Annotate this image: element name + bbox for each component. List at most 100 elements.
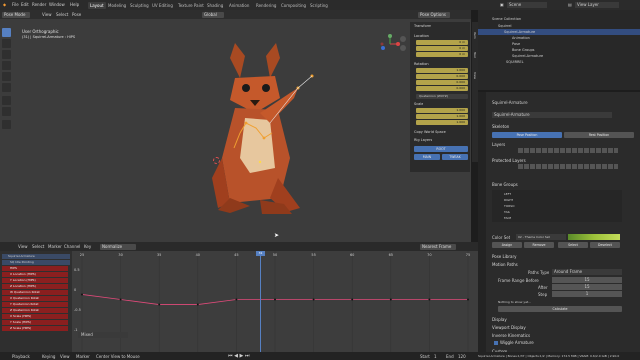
pan-icon[interactable]	[400, 45, 406, 51]
channel-row[interactable]: X Quaternion Rotat	[2, 296, 68, 301]
remove-button[interactable]: Remove	[524, 242, 554, 248]
breakdowner-tool-icon[interactable]	[2, 120, 11, 129]
rotation-w-field[interactable]: 1.000	[416, 68, 468, 73]
channel-row[interactable]: Y Scale (HIPS)	[2, 320, 68, 325]
layers-grid[interactable]	[518, 148, 618, 153]
current-frame-badge[interactable]: 31	[256, 251, 265, 256]
select-tool-icon[interactable]	[2, 28, 11, 37]
keyframe-point[interactable]	[235, 298, 238, 301]
navigation-gizmo[interactable]	[378, 32, 402, 56]
keyframe-point[interactable]	[312, 298, 315, 301]
channel-row[interactable]: X Scale (HIPS)	[2, 314, 68, 319]
measure-tool-icon[interactable]	[2, 107, 11, 116]
orientation-selector[interactable]: Global	[202, 12, 224, 18]
menu-file[interactable]: File	[12, 2, 19, 7]
graph-editor[interactable]: View Select Marker Channel Key Normalize…	[0, 242, 478, 352]
rotation-z-field[interactable]: 0.000	[416, 86, 468, 91]
wiggle-checkbox[interactable]	[494, 341, 498, 345]
bone-group-item[interactable]: FACE	[504, 216, 511, 220]
play-controls[interactable]: ⏮ ◀ ▶ ⏭	[228, 353, 249, 359]
data-name[interactable]: Squirrel-Armature	[492, 112, 612, 118]
keyframe-point[interactable]	[467, 298, 469, 301]
scale-z-field[interactable]: 1.000	[416, 120, 468, 125]
rig-layer-tweak-button[interactable]: TWEAK	[442, 154, 468, 160]
rig-layer-root-button[interactable]: ROOT	[414, 146, 468, 152]
channel-row[interactable]: W Quaternion Rotat	[2, 290, 68, 295]
assign-button[interactable]: Assign	[492, 242, 522, 248]
pose-options-button[interactable]: Pose Options	[418, 12, 450, 18]
channel-row[interactable]: HIPS	[2, 266, 68, 271]
menu-view[interactable]: View	[18, 244, 28, 249]
tab-view[interactable]: View	[473, 72, 477, 79]
rotation-mode-select[interactable]: Quaternion (WXYZ)	[416, 94, 468, 99]
rig-layer-main-button[interactable]: MAIN	[414, 154, 440, 160]
viewport-display-heading[interactable]: Viewport Display	[492, 325, 526, 330]
rotation-x-field[interactable]: 0.000	[416, 74, 468, 79]
mode-selector[interactable]: Pose Mode	[2, 12, 30, 18]
rotate-tool-icon[interactable]	[2, 61, 11, 70]
scale-x-field[interactable]: 1.000	[416, 108, 468, 113]
playback-menu[interactable]: Playback	[12, 354, 30, 359]
cursor-tool-icon[interactable]	[2, 39, 11, 48]
menu-select[interactable]: Select	[56, 12, 68, 17]
channel-row[interactable]: Z Scale (HIPS)	[2, 326, 68, 331]
channel-row[interactable]: Z Location (HIPS)	[2, 284, 68, 289]
keyframe-point[interactable]	[389, 298, 392, 301]
menu-key[interactable]: Key	[84, 244, 91, 249]
transform-tool-icon[interactable]	[2, 83, 11, 92]
frame-range-before-field[interactable]: 15	[552, 277, 622, 283]
scene-name[interactable]: Scene	[507, 2, 547, 8]
bone-group-item[interactable]: TAIL	[504, 210, 510, 214]
tab-texture-paint[interactable]: Texture Paint	[176, 2, 206, 9]
graph-canvas[interactable]: 25 30 35 40 45 50 55 60 65 70 75 0.5 0 -0.5 -1	[72, 251, 478, 352]
blender-logo-icon[interactable]: ◆	[3, 2, 6, 7]
inverse-kinematics-heading[interactable]: Inverse Kinematics	[492, 333, 530, 338]
channel-row[interactable]: Z Quaternion Rotat	[2, 308, 68, 313]
normalize-toggle[interactable]: Normalize	[100, 244, 136, 250]
keyframe-point[interactable]	[119, 298, 122, 301]
armature-channel[interactable]: Squirrel-Armature	[2, 254, 70, 259]
color-swatch[interactable]	[568, 234, 620, 240]
keyframe-point[interactable]	[158, 303, 161, 306]
annotate-tool-icon[interactable]	[2, 96, 11, 105]
tab-scripting[interactable]: Scripting	[308, 2, 330, 9]
tab-tool[interactable]: Tool	[473, 52, 477, 58]
tab-item[interactable]: Item	[473, 32, 477, 39]
pose-position-button[interactable]: Pose Position	[492, 132, 562, 138]
view-layer-name[interactable]: View Layer	[575, 2, 619, 8]
start-field[interactable]: 1	[434, 354, 437, 359]
skeleton-heading[interactable]: Skeleton	[492, 124, 509, 129]
display-heading[interactable]: Display	[492, 317, 507, 322]
calculate-button[interactable]: Calculate	[498, 306, 622, 312]
menu-render[interactable]: Render	[32, 2, 46, 7]
bone-group-item[interactable]: LEFT	[504, 192, 511, 196]
pose-library-heading[interactable]: Pose Library	[492, 254, 517, 259]
select-button[interactable]: Select	[558, 242, 588, 248]
tab-shading[interactable]: Shading	[205, 2, 225, 9]
menu-window[interactable]: Window	[49, 2, 65, 7]
rig-layers-heading[interactable]: Rig Layers	[414, 138, 432, 142]
tab-animation[interactable]: Animation	[227, 2, 251, 9]
bone-group-item[interactable]: TORSO	[504, 204, 515, 208]
tab-rendering[interactable]: Rendering	[254, 2, 278, 9]
step-field[interactable]: 1	[552, 291, 622, 297]
zoom-icon[interactable]	[400, 36, 406, 42]
menu-edit[interactable]: Edit	[21, 2, 29, 7]
pivot-select[interactable]: Nearest Frame	[420, 244, 456, 250]
menu-help[interactable]: Help	[70, 2, 79, 7]
location-y-field[interactable]: 0 m	[416, 46, 468, 51]
channel-row[interactable]: X Location (HIPS)	[2, 272, 68, 277]
tab-modeling[interactable]: Modeling	[106, 2, 128, 9]
menu-select[interactable]: Select	[32, 244, 44, 249]
outliner-row[interactable]: SQUIRREL	[478, 59, 640, 65]
action-channel[interactable]: SQ Idle Pointing	[2, 260, 70, 265]
keyframe-point[interactable]	[428, 298, 431, 301]
wiggle-armature-heading[interactable]: Wiggle Armature	[500, 340, 534, 345]
tab-compositing[interactable]: Compositing	[279, 2, 308, 9]
protected-layers-grid[interactable]	[518, 164, 618, 169]
tab-uv-editing[interactable]: UV Editing	[150, 2, 175, 9]
tab-layout[interactable]: Layout	[88, 2, 106, 9]
view-menu[interactable]: View	[60, 354, 70, 359]
keyframe-point[interactable]	[351, 298, 354, 301]
paths-type-select[interactable]: Around Frame	[552, 269, 622, 275]
